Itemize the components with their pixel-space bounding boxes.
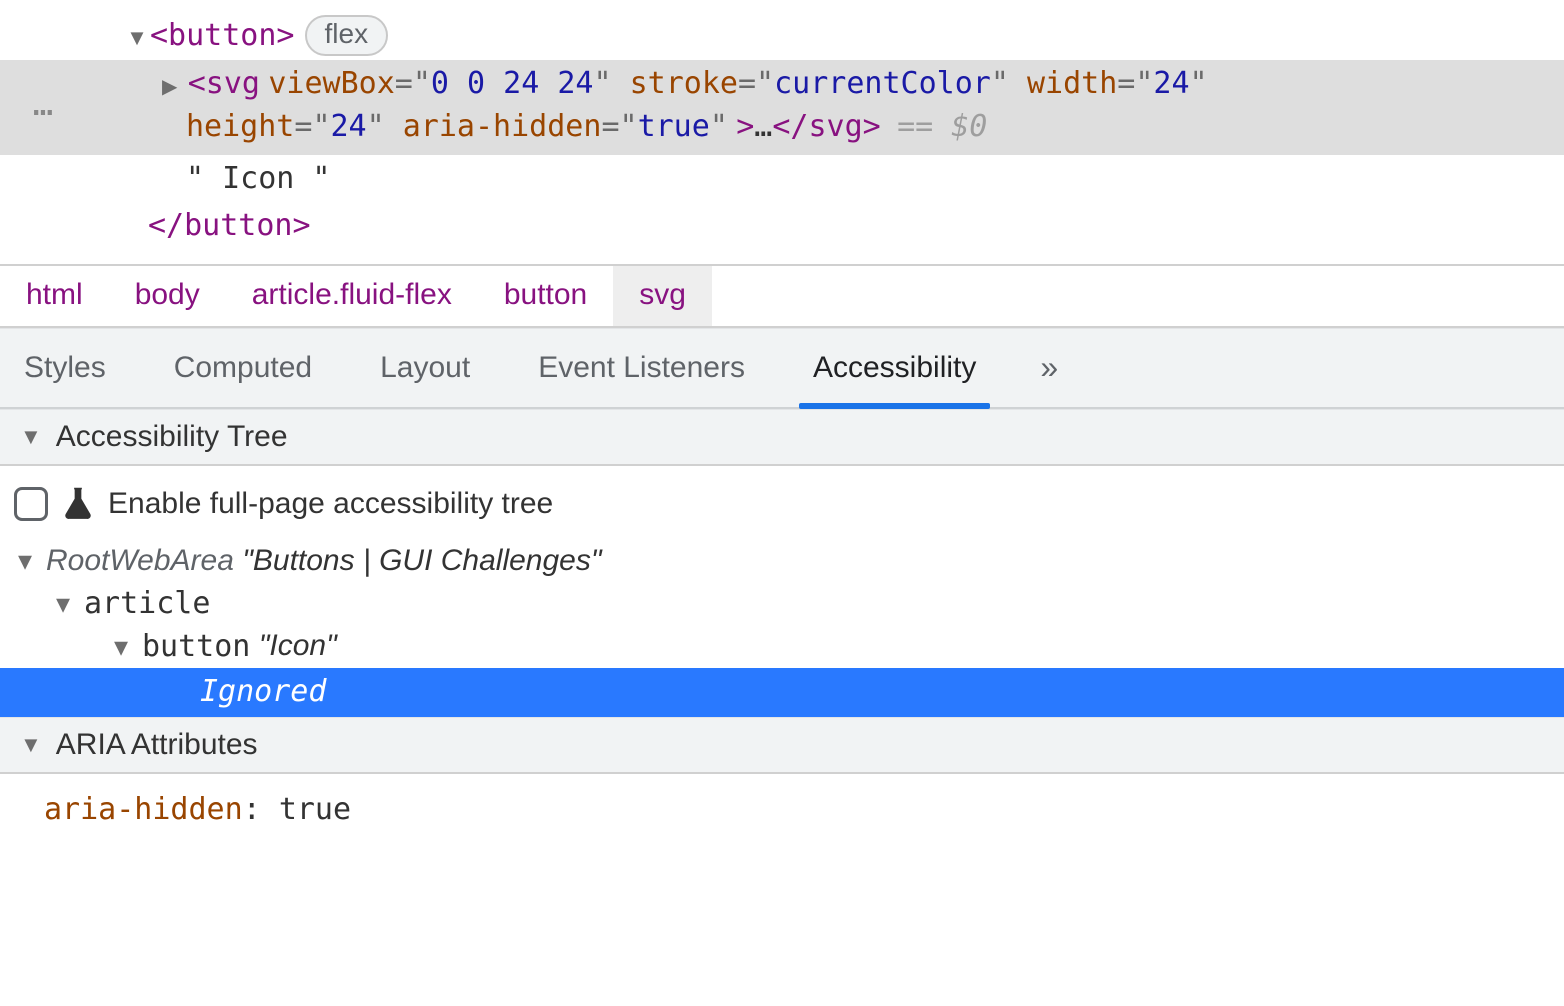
- tag-open: <button>: [150, 14, 295, 58]
- section-header-aria-attributes[interactable]: ▼ ARIA Attributes: [0, 717, 1564, 774]
- breadcrumb-item-body[interactable]: body: [109, 266, 226, 326]
- tab-layout[interactable]: Layout: [370, 329, 480, 407]
- aria-attributes-body: aria-hidden: true: [0, 774, 1564, 847]
- a11y-node-root[interactable]: RootWebArea "Buttons | GUI Challenges": [0, 540, 1564, 582]
- tabs-overflow-icon[interactable]: »: [1034, 349, 1064, 386]
- aria-attr-value: true: [279, 792, 351, 827]
- dom-text-node-icon[interactable]: " Icon ": [0, 155, 1564, 203]
- accessibility-tree-body: Enable full-page accessibility tree Root…: [0, 466, 1564, 717]
- a11y-node-button[interactable]: button "Icon": [0, 625, 1564, 668]
- beaker-icon: [62, 486, 94, 522]
- breadcrumb: htmlbodyarticle.fluid-flexbuttonsvg: [0, 264, 1564, 328]
- enable-full-page-tree-label: Enable full-page accessibility tree: [108, 487, 553, 521]
- selected-node-marker: == $0: [897, 109, 987, 144]
- side-panel-tabs: Styles Computed Layout Event Listeners Acces…: [0, 328, 1564, 409]
- gutter-more-icon[interactable]: …: [33, 80, 55, 129]
- section-title: Accessibility Tree: [56, 420, 288, 454]
- a11y-node-article[interactable]: article: [0, 582, 1564, 625]
- enable-full-page-tree-row[interactable]: Enable full-page accessibility tree: [0, 480, 1564, 540]
- svg-attrs-line2: height="24" aria-hidden="true": [186, 109, 728, 144]
- svg-attrs-line1: viewBox="0 0 24 24" stroke="currentColor…: [268, 66, 1207, 101]
- disclosure-triangle-icon[interactable]: [162, 67, 177, 100]
- breadcrumb-item-html[interactable]: html: [0, 266, 109, 326]
- disclosure-triangle-icon[interactable]: [14, 544, 36, 577]
- dom-tree-panel: <button> flex … <svg viewBox="0 0 24 24"…: [0, 0, 1564, 250]
- dom-node-button-open[interactable]: <button> flex: [0, 12, 1564, 60]
- disclosure-triangle-icon[interactable]: [52, 587, 74, 620]
- tab-accessibility[interactable]: Accessibility: [803, 329, 986, 407]
- disclosure-triangle-icon[interactable]: ▼: [20, 732, 42, 758]
- section-header-accessibility-tree[interactable]: ▼ Accessibility Tree: [0, 409, 1564, 466]
- dom-node-svg[interactable]: … <svg viewBox="0 0 24 24" stroke="curre…: [0, 60, 1564, 155]
- disclosure-triangle-icon[interactable]: [126, 14, 148, 58]
- flex-badge[interactable]: flex: [305, 15, 389, 56]
- section-title: ARIA Attributes: [56, 728, 258, 762]
- breadcrumb-item-article-fluid-flex[interactable]: article.fluid-flex: [226, 266, 478, 326]
- a11y-node-ignored[interactable]: Ignored: [0, 668, 1564, 717]
- checkbox[interactable]: [14, 487, 48, 521]
- breadcrumb-item-svg[interactable]: svg: [613, 266, 712, 326]
- tag-svg-open: <svg: [188, 66, 260, 101]
- dom-node-button-close[interactable]: </button>: [0, 202, 1564, 250]
- breadcrumb-item-button[interactable]: button: [478, 266, 613, 326]
- aria-attr-name: aria-hidden: [44, 792, 243, 827]
- disclosure-triangle-icon[interactable]: ▼: [20, 424, 42, 450]
- tab-event-listeners[interactable]: Event Listeners: [528, 329, 755, 407]
- disclosure-triangle-icon[interactable]: [110, 630, 132, 663]
- tab-styles[interactable]: Styles: [14, 329, 116, 407]
- tab-computed[interactable]: Computed: [164, 329, 322, 407]
